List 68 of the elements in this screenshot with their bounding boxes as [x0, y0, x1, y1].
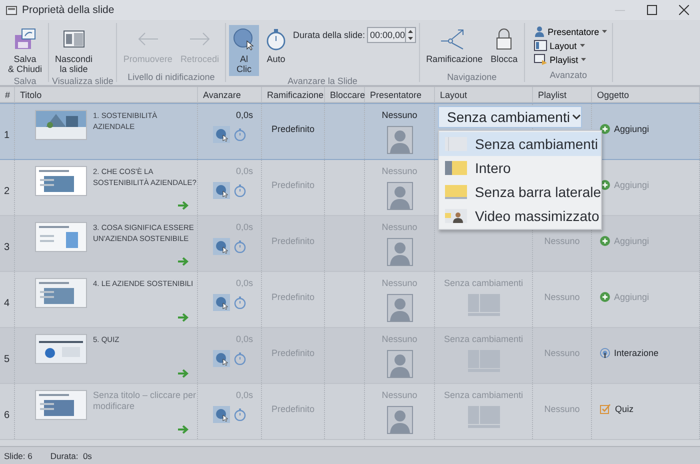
- branching-value: Predefinito: [271, 180, 315, 190]
- layout-value: Senza cambiamenti: [444, 278, 524, 288]
- menu-item[interactable]: Senza cambiamenti: [439, 132, 601, 156]
- row-number: 4: [4, 298, 10, 309]
- column-header[interactable]: Bloccare: [325, 87, 365, 102]
- slide-title: Senza titolo – cliccare per modificare: [93, 390, 197, 413]
- presenter-value: Nessuno: [382, 110, 418, 120]
- presenter-value: Nessuno: [382, 334, 418, 344]
- column-header[interactable]: Oggetto: [592, 87, 700, 102]
- group-label: Avanzato: [548, 70, 588, 82]
- row-number: 2: [4, 186, 10, 197]
- menu-item[interactable]: Senza barra laterale: [439, 180, 601, 204]
- dropdown-button[interactable]: Presentatore: [532, 25, 610, 38]
- group-label: Salva: [12, 76, 38, 88]
- ribbon-button[interactable]: Al Clic: [228, 25, 259, 76]
- playlist-value: Nessuno: [544, 348, 580, 358]
- group-label: Avanzare la Slide: [286, 76, 358, 88]
- advance-time: 0,0s: [236, 222, 253, 232]
- window-title: Proprietà della slide: [22, 4, 116, 16]
- column-header[interactable]: #: [0, 87, 15, 102]
- ribbon-button[interactable]: Salva & Chiudi: [5, 25, 46, 76]
- status-text: Durata: 0s: [50, 450, 92, 460]
- layout-value: Senza cambiamenti: [444, 334, 524, 344]
- column-header[interactable]: Layout: [435, 87, 533, 102]
- presenter-value: Nessuno: [382, 222, 418, 232]
- layout-value: Senza cambiamenti: [444, 390, 524, 400]
- playlist-value: Nessuno: [544, 404, 580, 414]
- dropdown-button[interactable]: Layout: [532, 39, 610, 52]
- ribbon-button[interactable]: Blocca: [488, 25, 521, 72]
- column-header[interactable]: Titolo: [15, 87, 198, 102]
- advance-time: 0,0s: [236, 166, 253, 176]
- advance-time: 0,0s: [236, 390, 253, 400]
- ribbon-button[interactable]: Ramificazione: [423, 25, 486, 72]
- presenter-value: Nessuno: [382, 278, 418, 288]
- branching-value: Predefinito: [271, 236, 315, 246]
- status-text: Slide: 6: [4, 450, 32, 460]
- row-number: 6: [4, 410, 10, 421]
- branching-value: Predefinito: [271, 348, 315, 358]
- object-button[interactable]: Aggiungi: [600, 124, 650, 134]
- branching-value: Predefinito: [271, 292, 315, 302]
- row-number: 1: [4, 130, 10, 141]
- ribbon-button[interactable]: Auto: [260, 25, 291, 72]
- duration-label: Durata della slide:: [292, 30, 366, 40]
- playlist-value: Nessuno: [544, 236, 580, 246]
- layout-dropdown[interactable]: Senza cambiamenti: [438, 106, 582, 128]
- column-header[interactable]: Avanzare: [198, 87, 262, 102]
- column-header[interactable]: Presentatore: [365, 87, 435, 102]
- row-number: 3: [4, 242, 10, 253]
- ribbon-button[interactable]: Nascondi la slide: [52, 25, 96, 76]
- object-button[interactable]: Quiz: [600, 404, 634, 414]
- presenter-value: Nessuno: [382, 390, 418, 400]
- slide-row[interactable]: 6 Senza titolo – cliccare per modificare 0,0s Predefinito Nessuno Senza cambiamenti Nessuno Quiz: [0, 384, 700, 440]
- column-header[interactable]: Playlist: [533, 87, 592, 102]
- playlist-value: Nessuno: [544, 292, 580, 302]
- object-button[interactable]: Interazione: [600, 348, 659, 358]
- advance-time: 0,0s: [236, 278, 253, 288]
- group-label: Livello di nidificazione: [126, 72, 216, 84]
- dropdown-button[interactable]: Playlist: [532, 53, 610, 66]
- advance-time: 0,0s: [236, 110, 253, 120]
- branching-value: Predefinito: [271, 124, 315, 134]
- duration-field[interactable]: 00:00,00: [367, 27, 416, 43]
- group-label: Navigazione: [446, 72, 498, 84]
- group-label: Visualizza slide: [52, 76, 114, 88]
- row-number: 5: [4, 354, 10, 365]
- presenter-value: Nessuno: [382, 166, 418, 176]
- column-header[interactable]: Ramificazione: [262, 87, 325, 102]
- advance-time: 0,0s: [236, 334, 253, 344]
- branching-value: Predefinito: [271, 404, 315, 414]
